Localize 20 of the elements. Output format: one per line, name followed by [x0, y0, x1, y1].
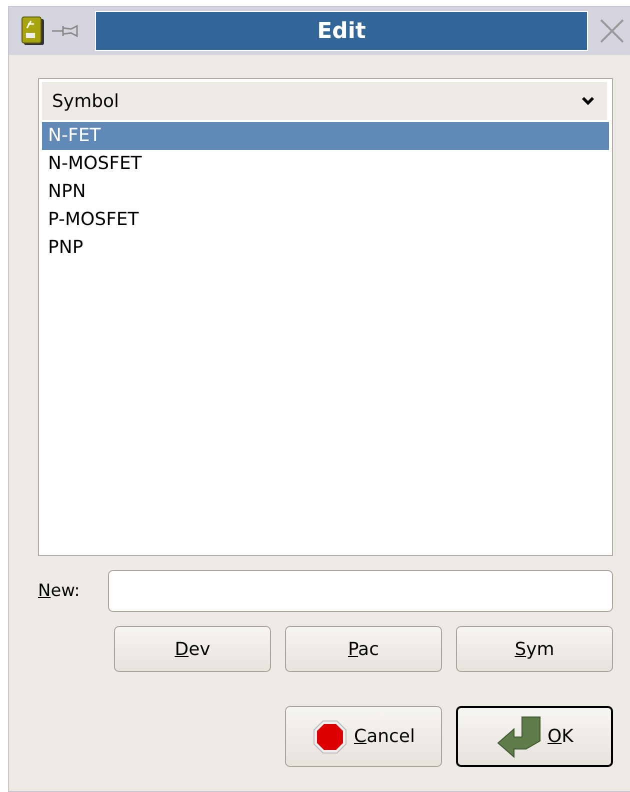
new-input-field[interactable]	[108, 570, 613, 612]
list-item[interactable]: NPN	[42, 178, 609, 206]
cancel-button[interactable]: Cancel	[285, 706, 442, 767]
action-button[interactable]: Sym	[456, 626, 613, 672]
book-icon	[21, 16, 45, 46]
stop-icon	[312, 718, 348, 754]
return-arrow-icon	[496, 714, 542, 758]
action-button[interactable]: Dev	[114, 626, 271, 672]
action-button[interactable]: Pac	[285, 626, 442, 672]
field-label: New:	[38, 581, 81, 601]
list-item[interactable]: PNP	[42, 234, 609, 262]
column-header[interactable]: Symbol	[42, 82, 609, 120]
pin-icon[interactable]	[51, 23, 81, 39]
list-item[interactable]: N-MOSFET	[42, 150, 609, 178]
close-icon[interactable]	[598, 17, 626, 45]
window-title: Edit	[95, 11, 588, 51]
list-item[interactable]: N-FET	[42, 122, 609, 150]
ok-button[interactable]: OK	[456, 706, 613, 767]
chevron-down-icon	[581, 96, 595, 106]
list-item[interactable]: P-MOSFET	[42, 206, 609, 234]
